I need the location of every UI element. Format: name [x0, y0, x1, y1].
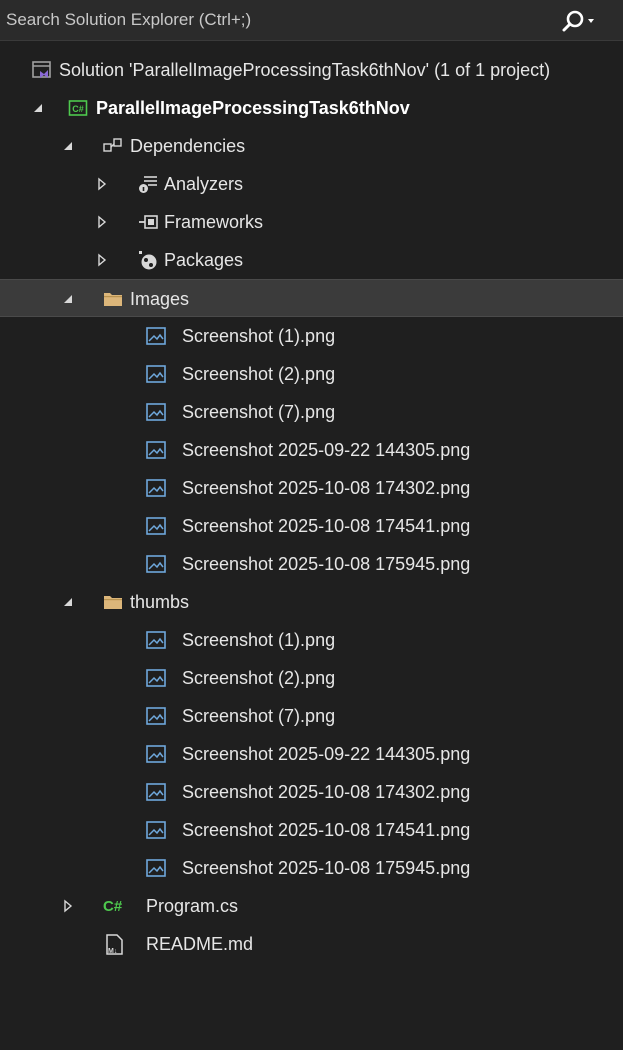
image-file-icon [146, 364, 166, 384]
images-folder-label: Images [130, 289, 190, 309]
project-label: ParallelImageProcessingTask6thNov [96, 98, 410, 118]
file-label: Screenshot (2).png [182, 668, 336, 688]
dependencies-label: Dependencies [130, 136, 246, 156]
images-file-list: Screenshot (1).png Screenshot (2).png Sc… [0, 317, 625, 583]
tree-item-image-file[interactable]: Screenshot 2025-09-22 144305.png [0, 431, 625, 469]
tree-item-program-cs[interactable]: C# Program.cs [0, 887, 625, 925]
tree-item-readme[interactable]: M↓ README.md [0, 925, 625, 963]
tree-item-image-file[interactable]: Screenshot (7).png [0, 393, 625, 431]
framework-icon [138, 212, 158, 232]
image-file-icon [146, 820, 166, 840]
collapsed-triangle-icon[interactable] [94, 214, 110, 230]
folder-icon [103, 592, 123, 612]
collapsed-triangle-icon[interactable] [60, 898, 76, 914]
tree-item-image-file[interactable]: Screenshot (2).png [0, 659, 625, 697]
tree-item-image-file[interactable]: Screenshot (2).png [0, 355, 625, 393]
dependencies-icon [103, 136, 123, 156]
file-label: Screenshot 2025-10-08 174541.png [182, 820, 471, 840]
readme-label: README.md [146, 934, 254, 954]
image-file-icon [146, 478, 166, 498]
frameworks-label: Frameworks [164, 212, 264, 232]
thumbs-file-list: Screenshot (1).png Screenshot (2).png Sc… [0, 621, 625, 887]
csharp-project-icon: C# [68, 98, 88, 118]
collapsed-triangle-icon[interactable] [94, 176, 110, 192]
tree-item-analyzers[interactable]: Analyzers [0, 165, 625, 203]
file-label: Screenshot 2025-10-08 174302.png [182, 478, 471, 498]
file-label: Screenshot 2025-10-08 175945.png [182, 554, 471, 574]
tree-item-image-file[interactable]: Screenshot 2025-10-08 174541.png [0, 507, 625, 545]
search-button[interactable] [560, 8, 600, 34]
file-label: Screenshot 2025-09-22 144305.png [182, 440, 471, 460]
solution-tree: Solution 'ParallelImageProcessingTask6th… [0, 51, 625, 963]
image-file-icon [146, 326, 166, 346]
file-label: Screenshot (2).png [182, 364, 336, 384]
analyzer-icon [138, 174, 158, 194]
search-bar [0, 0, 625, 41]
package-icon [138, 250, 158, 270]
csharp-file-icon: C# [103, 896, 123, 916]
folder-icon [103, 289, 123, 309]
svg-text:M↓: M↓ [108, 948, 117, 955]
image-file-icon [146, 630, 166, 650]
tree-item-dependencies[interactable]: Dependencies [0, 127, 625, 165]
expanded-triangle-icon[interactable] [60, 291, 76, 307]
tree-item-project[interactable]: C# ParallelImageProcessingTask6thNov [0, 89, 625, 127]
image-file-icon [146, 402, 166, 422]
image-file-icon [146, 668, 166, 688]
tree-item-image-file[interactable]: Screenshot (1).png [0, 317, 625, 355]
tree-item-image-file[interactable]: Screenshot 2025-10-08 174541.png [0, 811, 625, 849]
search-input[interactable] [0, 0, 540, 40]
packages-label: Packages [164, 250, 244, 270]
thumbs-folder-label: thumbs [130, 592, 190, 612]
tree-item-image-file[interactable]: Screenshot 2025-09-22 144305.png [0, 735, 625, 773]
tree-item-image-file[interactable]: Screenshot (7).png [0, 697, 625, 735]
image-file-icon [146, 858, 166, 878]
image-file-icon [146, 554, 166, 574]
tree-item-image-file[interactable]: Screenshot (1).png [0, 621, 625, 659]
file-label: Screenshot 2025-10-08 175945.png [182, 858, 471, 878]
expanded-triangle-icon[interactable] [60, 138, 76, 154]
svg-text:C#: C# [103, 898, 123, 915]
tree-item-image-file[interactable]: Screenshot 2025-10-08 175945.png [0, 849, 625, 887]
chevron-down-icon [588, 19, 594, 23]
svg-text:C#: C# [72, 104, 84, 114]
expanded-triangle-icon[interactable] [60, 594, 76, 610]
collapsed-triangle-icon[interactable] [94, 252, 110, 268]
image-file-icon [146, 516, 166, 536]
file-label: Screenshot (7).png [182, 706, 336, 726]
tree-item-solution[interactable]: Solution 'ParallelImageProcessingTask6th… [0, 51, 625, 89]
file-label: Screenshot (1).png [182, 326, 336, 346]
analyzers-label: Analyzers [164, 174, 244, 194]
tree-item-thumbs-folder[interactable]: thumbs [0, 583, 625, 621]
tree-item-frameworks[interactable]: Frameworks [0, 203, 625, 241]
expanded-triangle-icon[interactable] [30, 100, 46, 116]
solution-explorer: Solution 'ParallelImageProcessingTask6th… [0, 0, 625, 1050]
tree-item-image-file[interactable]: Screenshot 2025-10-08 174302.png [0, 469, 625, 507]
file-label: Screenshot (1).png [182, 630, 336, 650]
image-file-icon [146, 744, 166, 764]
program-cs-label: Program.cs [146, 896, 239, 916]
search-icon [562, 10, 594, 32]
tree-item-images-folder[interactable]: Images [0, 279, 625, 317]
tree-item-image-file[interactable]: Screenshot 2025-10-08 174302.png [0, 773, 625, 811]
tree-item-image-file[interactable]: Screenshot 2025-10-08 175945.png [0, 545, 625, 583]
image-file-icon [146, 440, 166, 460]
tree-item-packages[interactable]: Packages [0, 241, 625, 279]
file-label: Screenshot (7).png [182, 402, 336, 422]
solution-label: Solution 'ParallelImageProcessingTask6th… [59, 60, 551, 80]
file-label: Screenshot 2025-09-22 144305.png [182, 744, 471, 764]
image-file-icon [146, 782, 166, 802]
file-label: Screenshot 2025-10-08 174541.png [182, 516, 471, 536]
file-label: Screenshot 2025-10-08 174302.png [182, 782, 471, 802]
markdown-file-icon: M↓ [103, 934, 123, 955]
solution-icon [32, 60, 52, 80]
image-file-icon [146, 706, 166, 726]
